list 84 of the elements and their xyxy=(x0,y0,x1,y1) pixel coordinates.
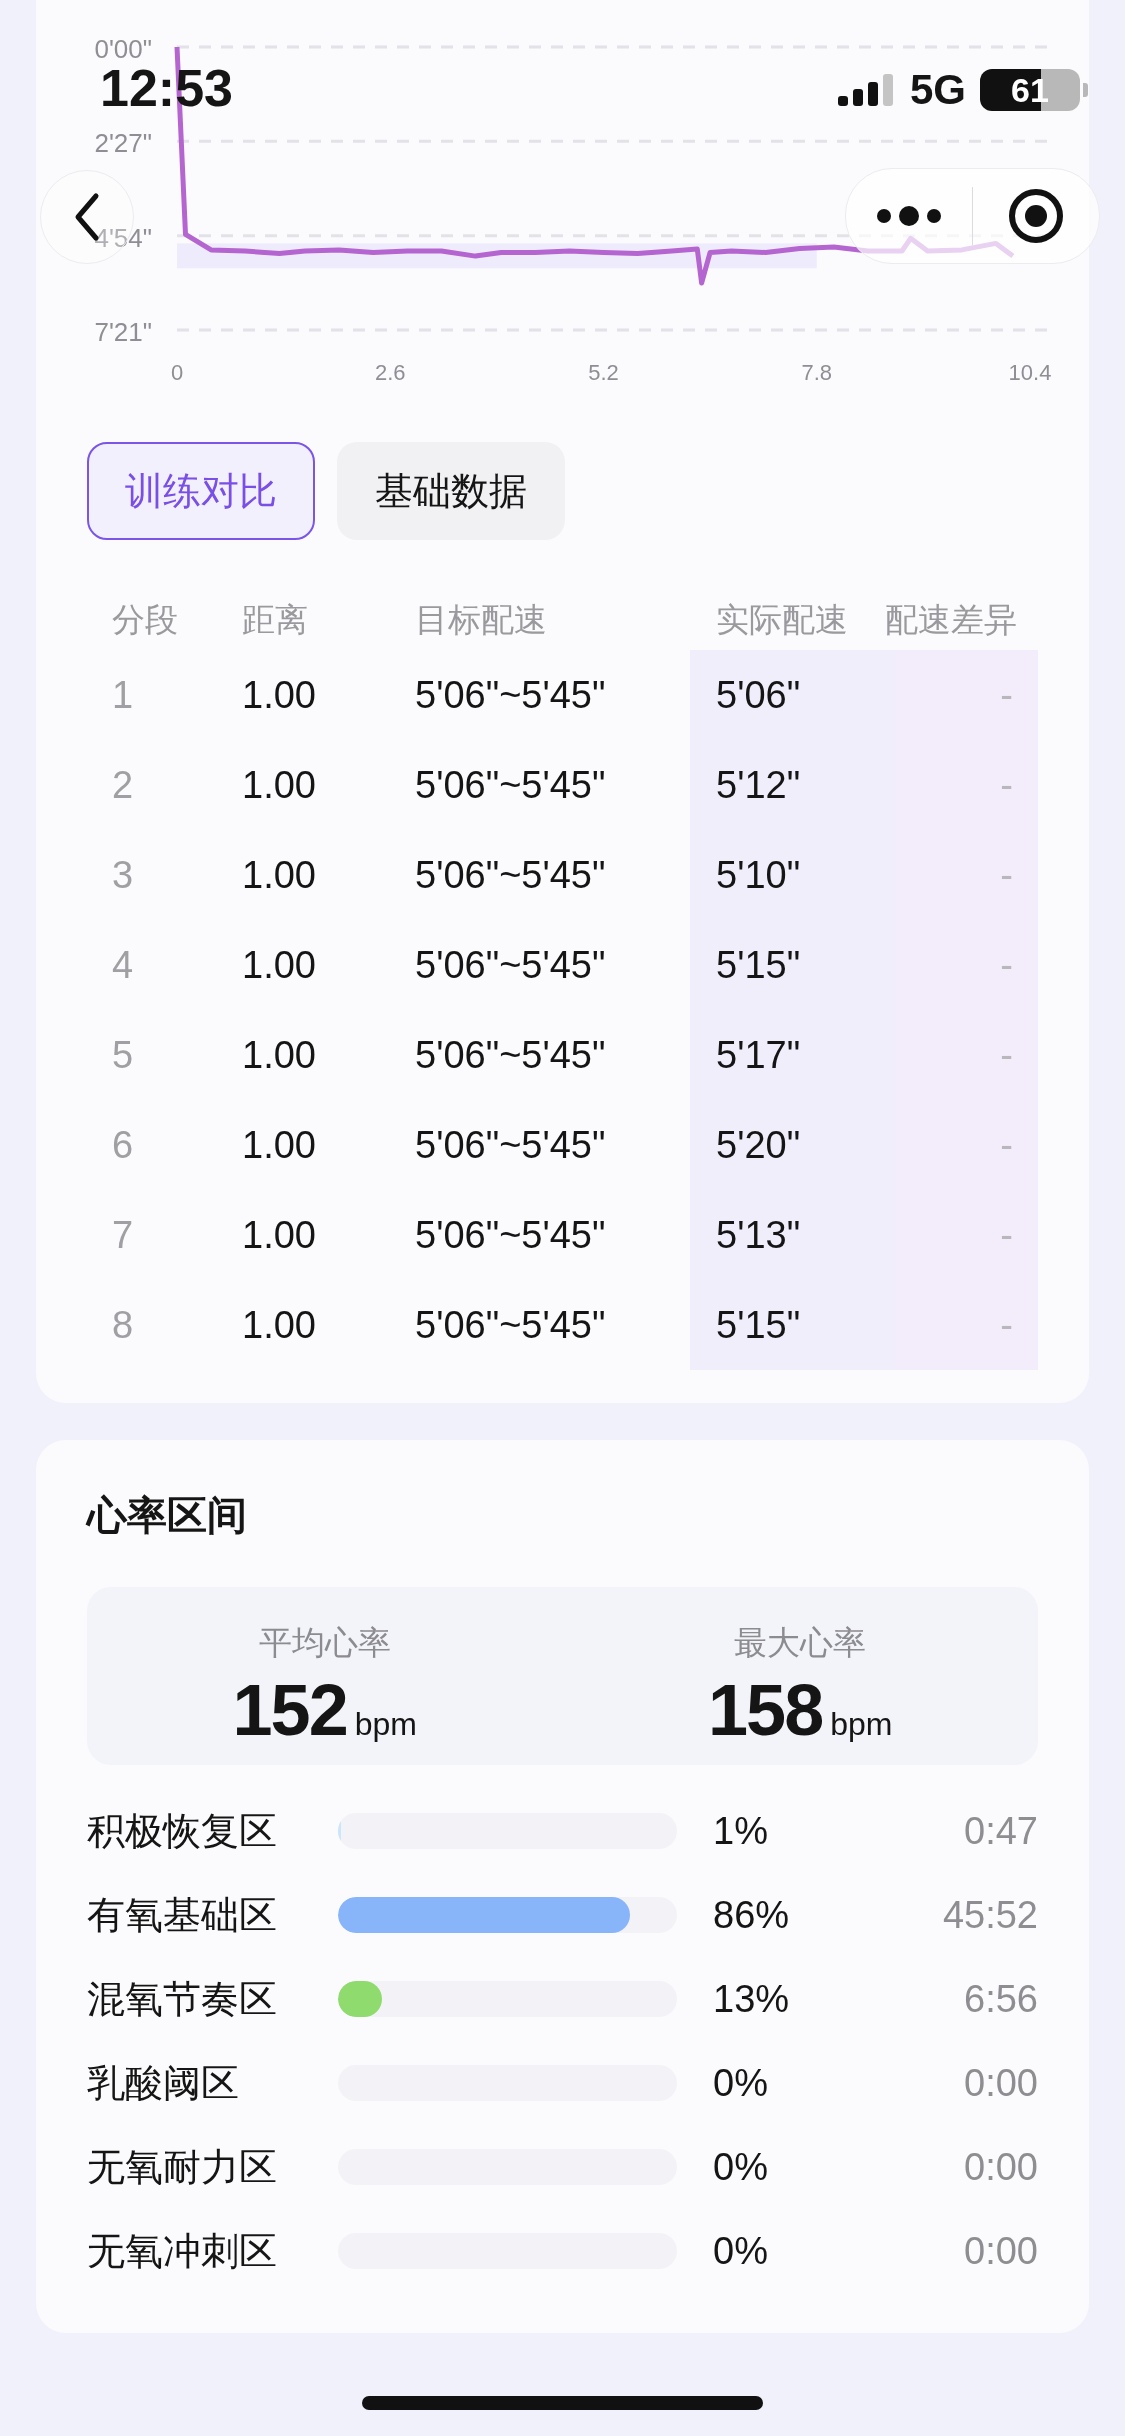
percent-value: 13% xyxy=(713,1977,791,2021)
percent-value: 1% xyxy=(713,1809,769,1853)
table-cell-text: 1.00 xyxy=(242,1303,317,1348)
section-title: 心率区间 xyxy=(87,1495,248,1535)
axis-label: 4'54" xyxy=(94,222,152,253)
table-cell-text: 4 xyxy=(112,943,135,988)
table-cell-text: 5'06"~5'45" xyxy=(415,943,607,988)
duration-value: 0:00 xyxy=(964,2229,1038,2273)
table-cell: - xyxy=(895,830,1038,920)
table-cell-text: 1.00 xyxy=(242,1033,317,1078)
table-cell: 5'15" xyxy=(690,920,895,1010)
table-cell-text: 1.00 xyxy=(242,853,317,898)
table-cell-text: 5'06"~5'45" xyxy=(415,853,607,898)
duration-value: 6:56 xyxy=(964,1977,1038,2021)
table-cell-text: 5'06"~5'45" xyxy=(415,1123,607,1168)
table-cell-text: 1.00 xyxy=(242,1123,317,1168)
percent-value: 0% xyxy=(713,2061,769,2105)
column-header: 配速差异 xyxy=(885,599,1018,640)
zone-label: 无氧冲刺区 xyxy=(87,2228,278,2274)
axis-label: 5.2 xyxy=(588,360,619,385)
column-header: 距离 xyxy=(242,599,309,640)
column-header: 实际配速 xyxy=(716,599,849,640)
table-cell-text: 1 xyxy=(112,673,135,718)
stat-label: 平均心率 xyxy=(258,1623,391,1663)
zone-label: 有氧基础区 xyxy=(87,1892,278,1938)
zone-label: 积极恢复区 xyxy=(87,1808,278,1854)
table-cell-text: 1.00 xyxy=(242,763,317,808)
zone-label: 乳酸阈区 xyxy=(87,2060,240,2106)
stat-value: 152 xyxy=(232,1670,347,1750)
table-cell-text: 1.00 xyxy=(242,943,317,988)
table-cell: 5'06" xyxy=(690,650,895,740)
zone-label: 混氧节奏区 xyxy=(87,1976,278,2022)
table-cell-text: 1.00 xyxy=(242,1213,317,1258)
table-cell-text: 8 xyxy=(112,1303,135,1348)
table-cell: 5'17" xyxy=(690,1010,895,1100)
table-cell-text: 7 xyxy=(112,1213,135,1258)
table-cell-text: 3 xyxy=(112,853,135,898)
duration-value: 0:47 xyxy=(964,1809,1038,1853)
axis-label: 2'27" xyxy=(94,128,152,159)
table-cell: - xyxy=(895,650,1038,740)
table-cell: 5'12" xyxy=(690,740,895,830)
percent-value: 86% xyxy=(713,1893,791,1937)
table-cell-text: 5 xyxy=(112,1033,135,1078)
table-cell-text: 5'06"~5'45" xyxy=(415,1213,607,1258)
signal-icon xyxy=(838,74,896,106)
axis-label: 10.4 xyxy=(1008,360,1052,385)
table-cell-text: 5'06"~5'45" xyxy=(415,1303,607,1348)
unit-label: bpm xyxy=(830,1706,893,1743)
duration-value: 0:00 xyxy=(964,2145,1038,2189)
network-label: 5G xyxy=(910,66,967,114)
percent-value: 0% xyxy=(713,2145,769,2189)
table-cell: 5'13" xyxy=(690,1190,895,1280)
axis-label: 7'21" xyxy=(94,317,152,347)
table-cell-text: 1.00 xyxy=(242,673,317,718)
axis-label: 7.8 xyxy=(801,360,833,385)
table-cell: - xyxy=(895,1010,1038,1100)
table-cell: - xyxy=(895,740,1038,830)
duration-value: 45:52 xyxy=(942,1893,1038,1937)
zone-label: 无氧耐力区 xyxy=(87,2144,278,2190)
stat-value: 158 xyxy=(708,1670,823,1750)
tab[interactable]: 训练对比 xyxy=(87,442,315,540)
axis-label: 0'00" xyxy=(94,34,152,64)
column-header: 分段 xyxy=(112,599,179,640)
table-cell-text: 6 xyxy=(112,1123,135,1168)
percent-value: 0% xyxy=(713,2229,769,2273)
column-header: 目标配速 xyxy=(415,599,548,640)
tab[interactable]: 基础数据 xyxy=(337,442,565,540)
axis-label: 0 xyxy=(170,360,184,385)
target-icon xyxy=(1008,188,1064,244)
table-cell: 5'15" xyxy=(690,1280,895,1370)
table-cell-text: 5'06"~5'45" xyxy=(415,1033,607,1078)
table-cell: 5'20" xyxy=(690,1100,895,1190)
table-cell: - xyxy=(895,1100,1038,1190)
table-cell-text: 5'06"~5'45" xyxy=(415,673,607,718)
axis-label: 2.6 xyxy=(374,360,406,385)
stat-label: 最大心率 xyxy=(734,1623,867,1663)
table-cell: - xyxy=(895,920,1038,1010)
table-cell-text: 2 xyxy=(112,763,135,808)
table-cell: - xyxy=(895,1280,1038,1370)
duration-value: 0:00 xyxy=(964,2061,1038,2105)
unit-label: bpm xyxy=(354,1706,417,1743)
table-cell: 5'10" xyxy=(690,830,895,920)
table-cell-text: 5'06"~5'45" xyxy=(415,763,607,808)
table-cell: - xyxy=(895,1190,1038,1280)
